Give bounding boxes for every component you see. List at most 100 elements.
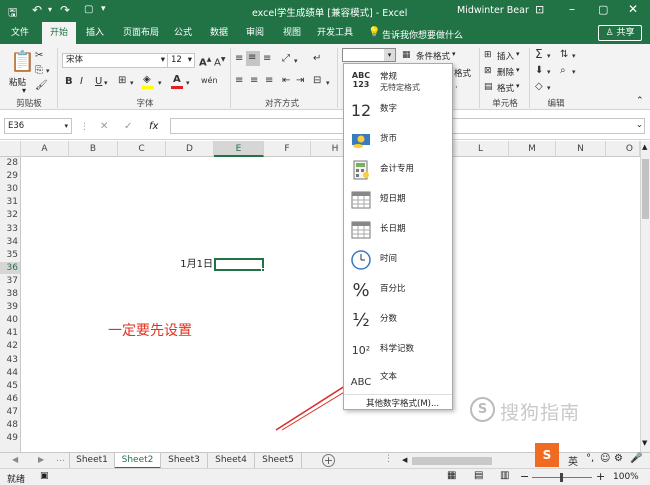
decrease-indent-icon[interactable]: ⇤ xyxy=(282,75,290,87)
wrap-text-icon[interactable]: ↵ xyxy=(313,53,321,65)
format-cells-icon[interactable]: ▤ xyxy=(484,81,493,93)
row-header[interactable]: 49 xyxy=(0,432,20,444)
cell-style-icon[interactable]: · xyxy=(455,83,458,93)
font-name-select[interactable]: 宋体 ▾ xyxy=(62,53,168,68)
number-format-select[interactable]: ▾ xyxy=(342,48,396,62)
select-all-corner[interactable] xyxy=(0,141,21,157)
expand-formula-icon[interactable]: ⌄ xyxy=(636,120,643,129)
row-header[interactable]: 31 xyxy=(0,196,20,208)
conditional-format-label[interactable]: 条件格式 xyxy=(416,50,450,62)
autosum-icon[interactable]: Σ xyxy=(535,48,543,60)
cell-d36[interactable]: 1月1日 xyxy=(171,259,213,271)
align-middle-button[interactable]: ≡ xyxy=(246,51,260,66)
menu-item-scientific[interactable]: 10² 科学记数 xyxy=(344,336,452,366)
scroll-up-icon[interactable]: ▲ xyxy=(642,143,647,151)
increase-indent-icon[interactable]: ⇥ xyxy=(296,75,304,87)
clear-dropdown-icon[interactable]: ▾ xyxy=(547,82,551,94)
user-name[interactable]: Midwinter Bear xyxy=(457,5,529,16)
microphone-icon[interactable]: 🎤 xyxy=(630,453,642,464)
insert-cells-icon[interactable]: ⊞ xyxy=(484,49,492,61)
insert-function-icon[interactable]: fx xyxy=(149,121,158,132)
tab-split-icon[interactable]: ⋮ xyxy=(384,454,393,464)
tab-developer[interactable]: 开发工具 xyxy=(312,22,358,44)
scroll-left-icon[interactable]: ◀ xyxy=(402,456,407,464)
row-header[interactable]: 32 xyxy=(0,209,20,221)
orientation-icon[interactable]: ⤢ xyxy=(282,53,290,65)
row-header[interactable]: 43 xyxy=(0,354,20,366)
skin-icon[interactable]: ⚙ xyxy=(614,453,623,464)
row-header-selected[interactable]: 36 xyxy=(0,261,20,274)
tab-insert[interactable]: 插入 xyxy=(80,22,110,44)
format-dropdown-icon[interactable]: ▾ xyxy=(516,82,520,90)
column-header[interactable]: M xyxy=(509,141,556,157)
sort-dropdown-icon[interactable]: ▾ xyxy=(572,50,576,62)
sheet-tab-active[interactable]: Sheet2 xyxy=(115,453,161,469)
redo-icon[interactable]: ↷ xyxy=(60,3,70,17)
cancel-icon[interactable]: ✕ xyxy=(100,121,108,132)
tab-home[interactable]: 开始 xyxy=(42,22,76,44)
format-label[interactable]: 格式 xyxy=(497,82,514,94)
bold-icon[interactable]: B xyxy=(65,76,73,88)
format-table-label[interactable]: 格式 xyxy=(454,67,471,79)
column-header[interactable]: B xyxy=(69,141,118,157)
row-header[interactable]: 48 xyxy=(0,419,20,431)
tab-file[interactable]: 文件 xyxy=(4,22,36,44)
normal-view-icon[interactable]: ▦ xyxy=(447,470,456,481)
row-header[interactable]: 41 xyxy=(0,327,20,339)
vertical-scrollbar[interactable]: ▲ ▼ xyxy=(640,141,650,452)
punctuation-icon[interactable]: °, xyxy=(586,453,594,464)
row-header[interactable]: 28 xyxy=(0,157,20,169)
menu-item-percentage[interactable]: % 百分比 xyxy=(344,276,452,306)
border-icon[interactable]: ⊞ xyxy=(118,75,126,87)
emoji-icon[interactable]: ☺ xyxy=(600,453,610,464)
align-right-icon[interactable]: ≡ xyxy=(265,75,273,87)
sheet-tab[interactable]: Sheet4 xyxy=(208,453,255,469)
align-left-icon[interactable]: ≡ xyxy=(235,75,243,87)
fill-icon[interactable]: ⬇ xyxy=(535,65,543,77)
macro-record-icon[interactable]: ▣ xyxy=(40,471,49,481)
paste-icon[interactable]: 📋 xyxy=(10,50,35,72)
sort-filter-icon[interactable]: ⇅ xyxy=(560,49,568,61)
zoom-out-icon[interactable]: − xyxy=(520,470,529,483)
row-header[interactable]: 34 xyxy=(0,236,20,248)
horizontal-scroll-thumb[interactable] xyxy=(412,457,492,465)
next-sheet-icon[interactable]: ▶ xyxy=(38,455,44,464)
row-header[interactable]: 47 xyxy=(0,406,20,418)
italic-icon[interactable]: I xyxy=(80,76,83,88)
find-dropdown-icon[interactable]: ▾ xyxy=(572,66,576,78)
border-dropdown-icon[interactable]: ▾ xyxy=(130,77,134,89)
minimize-icon[interactable]: – xyxy=(569,2,575,16)
menu-item-fraction[interactable]: ½ 分数 xyxy=(344,306,452,336)
name-box[interactable]: E36 ▾ xyxy=(4,118,72,134)
column-header[interactable]: O xyxy=(606,141,640,157)
scroll-thumb[interactable] xyxy=(642,159,649,219)
selected-cell[interactable] xyxy=(214,258,264,271)
find-select-icon[interactable]: ⌕ xyxy=(560,65,566,77)
menu-item-general[interactable]: ABC 123 常规 无特定格式 xyxy=(344,66,452,96)
column-header[interactable]: L xyxy=(453,141,509,157)
sheet-tab[interactable]: Sheet3 xyxy=(161,453,208,469)
delete-dropdown-icon[interactable]: ▾ xyxy=(516,66,520,74)
row-header[interactable]: 40 xyxy=(0,314,20,326)
customize-toolbar-icon[interactable]: ▾ xyxy=(101,4,106,14)
cut-icon[interactable]: ✂ xyxy=(35,50,43,62)
conditional-format-icon[interactable]: ▦ xyxy=(402,49,411,61)
page-break-view-icon[interactable]: ▥ xyxy=(500,470,509,481)
ribbon-display-icon[interactable]: ⊡ xyxy=(535,3,544,16)
close-icon[interactable]: ✕ xyxy=(628,2,638,16)
column-header[interactable]: C xyxy=(118,141,166,157)
row-header[interactable]: 44 xyxy=(0,367,20,379)
shrink-font-icon[interactable]: A▼ xyxy=(214,54,225,69)
font-color-dropdown-icon[interactable]: ▾ xyxy=(186,77,190,89)
zoom-slider-thumb[interactable] xyxy=(560,473,563,482)
insert-label[interactable]: 插入 xyxy=(497,50,514,62)
zoom-level[interactable]: 100% xyxy=(613,472,639,482)
autosum-dropdown-icon[interactable]: ▾ xyxy=(547,50,551,62)
row-header[interactable]: 37 xyxy=(0,275,20,287)
phonetic-icon[interactable]: wén xyxy=(201,75,218,87)
undo-dropdown-icon[interactable]: ▾ xyxy=(48,5,52,14)
tab-review[interactable]: 审阅 xyxy=(240,22,270,44)
more-number-formats[interactable]: 其他数字格式(M)... xyxy=(366,397,439,409)
merge-center-icon[interactable]: ⊟ xyxy=(313,75,321,87)
menu-item-accounting[interactable]: 会计专用 xyxy=(344,156,452,186)
